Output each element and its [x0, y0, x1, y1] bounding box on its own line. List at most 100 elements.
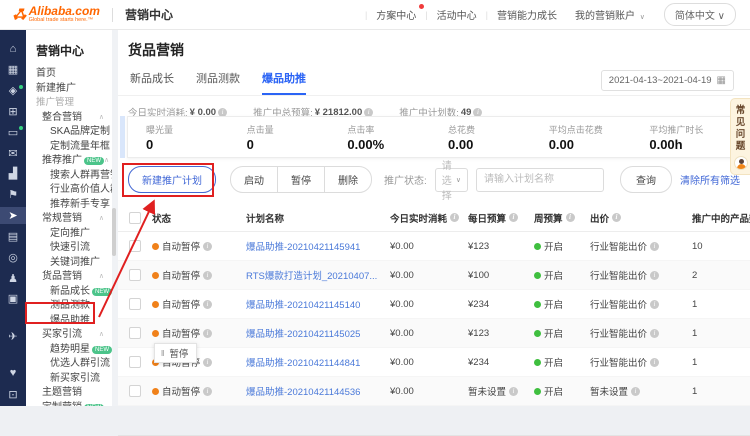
sidebar-item-推广管理[interactable]: 推广管理 [26, 96, 112, 111]
sidebar-item-定制营销[interactable]: 定制营销 NEW [26, 401, 112, 407]
info-icon[interactable]: i [566, 213, 575, 222]
cursor-icon[interactable]: ➤ [0, 207, 26, 225]
status-select[interactable]: 请选择 ∨ [435, 168, 468, 192]
topbar-nav-1[interactable]: 方案中心 [367, 7, 425, 22]
tab-新品成长[interactable]: 新品成长 [130, 70, 174, 95]
action-button-删除[interactable]: 删除 [324, 166, 372, 193]
topbar-nav: | 方案中心 | 活动中心 | 营销能力成长 我的营销账户 ∨简体中文 ∨ [365, 3, 736, 26]
sidebar-item-行业高价值人群[interactable]: 行业高价值人群 [26, 183, 112, 198]
home-icon[interactable]: ⌂ [0, 40, 26, 58]
select-all-checkbox[interactable] [129, 212, 141, 224]
megaphone-icon[interactable]: ⚑ [0, 186, 26, 204]
row-checkbox[interactable] [129, 269, 141, 281]
column-header-出价: 出价i [590, 211, 680, 225]
heart-icon[interactable]: ♥ [0, 364, 26, 382]
info-icon[interactable]: i [203, 242, 212, 251]
globe-icon[interactable]: ◎ [0, 248, 26, 266]
info-icon[interactable]: i [509, 387, 518, 396]
alibaba-logo[interactable]: ꗈ Alibaba.com Global trade starts here.™ [12, 5, 100, 24]
sidebar-item-货品营销[interactable]: 货品营销 ∧ [26, 270, 112, 285]
sidebar-item-趋势明星[interactable]: 趋势明星 NEW [26, 343, 112, 358]
sidebar-item-整合营销[interactable]: 整合营销 ∧ [26, 111, 112, 126]
daily-budget-cell: ¥234 [464, 357, 534, 368]
sidebar-item-定向推广[interactable]: 定向推广 [26, 227, 112, 242]
sidebar-item-优选人群引流[interactable]: 优选人群引流 NEW [26, 357, 112, 372]
plan-name-link[interactable]: RTS爆款打造计划_20210407... [246, 268, 377, 282]
info-icon[interactable]: i [650, 329, 659, 338]
sidebar-item-首页[interactable]: 首页 [26, 67, 112, 82]
plan-name-link[interactable]: 爆品助推-20210421145941 [246, 239, 360, 253]
info-icon[interactable]: i [203, 387, 212, 396]
info-icon[interactable]: i [450, 213, 459, 222]
sidebar-item-推荐推广[interactable]: 推荐推广 NEW∧ [26, 154, 112, 169]
info-icon[interactable]: i [650, 300, 659, 309]
sidebar-scrollbar[interactable] [112, 208, 116, 256]
row-checkbox[interactable] [129, 356, 141, 368]
products-count-cell: 1 [680, 328, 750, 339]
briefcase-icon[interactable]: ▣ [0, 290, 26, 308]
status-select-value: 请选择 [442, 157, 454, 202]
info-icon[interactable]: i [203, 358, 212, 367]
new-plan-button[interactable]: 新建推广计划 [128, 166, 216, 193]
topbar-nav-3[interactable]: 营销能力成长 [488, 7, 566, 22]
info-icon[interactable]: i [203, 300, 212, 309]
sidebar-item-新买家引流[interactable]: 新买家引流 [26, 372, 112, 387]
new-badge: NEW [92, 346, 112, 354]
chart-icon[interactable]: ▟ [0, 165, 26, 183]
sidebar-item-推荐新手专享[interactable]: 推荐新手专享 [26, 198, 112, 213]
sidebar-item-定制流量年框[interactable]: 定制流量年框 [26, 140, 112, 155]
person-icon[interactable]: ♟ [0, 269, 26, 287]
info-icon[interactable]: i [650, 271, 659, 280]
action-button-暂停[interactable]: 暂停 [277, 166, 325, 193]
sidebar-item-爆品助推[interactable]: 爆品助推 [26, 314, 112, 329]
plan-name-link[interactable]: 爆品助推-20210421145140 [246, 297, 360, 311]
action-button-启动[interactable]: 启动 [230, 166, 278, 193]
shield-icon[interactable]: ◈ [0, 82, 26, 100]
apps-icon[interactable]: ⊞ [0, 102, 26, 120]
row-checkbox[interactable] [129, 385, 141, 397]
send-icon[interactable]: ✈ [0, 327, 26, 345]
faq-floating-tab[interactable]: 常见问题 [730, 98, 750, 175]
document-icon[interactable]: ▤ [0, 227, 26, 245]
chat-icon[interactable]: ✉ [0, 144, 26, 162]
sidebar-item-关键词推广[interactable]: 关键词推广 [26, 256, 112, 271]
sidebar-item-测品测款[interactable]: 测品测款 [26, 299, 112, 314]
sidebar-item-主题营销[interactable]: 主题营销 [26, 386, 112, 401]
clear-filters-link[interactable]: 清除所有筛选 [680, 172, 740, 187]
plan-name-link[interactable]: 爆品助推-20210421144536 [246, 384, 360, 398]
info-icon[interactable]: i [650, 242, 659, 251]
status-dot-icon [152, 243, 159, 250]
topbar-nav-2[interactable]: 活动中心 [428, 7, 486, 22]
topbar-nav-4[interactable]: 我的营销账户 ∨ [566, 7, 654, 22]
camera-icon[interactable]: ⊡ [0, 385, 26, 403]
sidebar-item-SKA品牌定制[interactable]: SKA品牌定制 [26, 125, 112, 140]
sidebar-item-新品成长[interactable]: 新品成长 NEW [26, 285, 112, 300]
pause-action-tooltip[interactable]: ‖暂停 [154, 343, 197, 363]
plan-name-link[interactable]: 爆品助推-20210421144841 [246, 355, 360, 369]
info-icon[interactable]: i [650, 358, 659, 367]
sidebar-item-新建推广[interactable]: 新建推广 [26, 82, 112, 97]
info-icon[interactable]: i [612, 213, 621, 222]
tab-爆品助推[interactable]: 爆品助推 [262, 70, 306, 95]
plan-name-link[interactable]: 爆品助推-20210421145025 [246, 326, 360, 340]
row-checkbox[interactable] [129, 240, 141, 252]
sidebar-item-快速引流[interactable]: 快速引流 [26, 241, 112, 256]
sidebar-item-搜索人群再营销[interactable]: 搜索人群再营销 [26, 169, 112, 184]
date-range-picker[interactable]: 2021-04-13~2021-04-19 ▦ [601, 70, 734, 91]
sidebar-item-常规营销[interactable]: 常规营销 ∧ [26, 212, 112, 227]
calendar-icon[interactable]: ▦ [0, 61, 26, 79]
language-selector[interactable]: 简体中文 ∨ [664, 3, 736, 26]
faq-label-char: 常 [736, 105, 746, 117]
tab-测品测款[interactable]: 测品测款 [196, 70, 240, 95]
query-button[interactable]: 查询 [620, 166, 672, 193]
plan-name-input[interactable] [476, 168, 604, 192]
sidebar-item-买家引流[interactable]: 买家引流 ∧ [26, 328, 112, 343]
info-icon[interactable]: i [509, 213, 518, 222]
row-checkbox[interactable] [129, 298, 141, 310]
info-icon[interactable]: i [631, 387, 640, 396]
monitor-icon[interactable]: ▭ [0, 123, 26, 141]
row-checkbox[interactable] [129, 327, 141, 339]
weekly-on-dot-icon [534, 388, 541, 395]
info-icon[interactable]: i [203, 271, 212, 280]
info-icon[interactable]: i [203, 329, 212, 338]
